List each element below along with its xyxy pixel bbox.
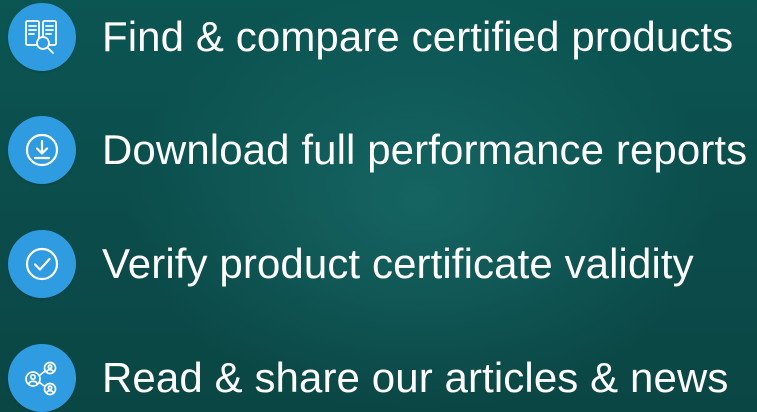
feature-icon-circle [8, 230, 76, 298]
feature-label: Read & share our articles & news [102, 354, 729, 401]
feature-item-verify: Verify product certificate validity [8, 230, 694, 298]
feature-icon-circle [8, 344, 76, 412]
feature-item-find-compare: Find & compare certified products [8, 3, 733, 71]
feature-label: Find & compare certified products [102, 13, 734, 60]
feature-icon-circle [8, 3, 76, 71]
feature-icon-circle [8, 116, 76, 184]
feature-item-read-share: Read & share our articles & news [8, 344, 729, 412]
feature-label: Verify product certificate validity [102, 240, 694, 287]
check-circle-icon [22, 244, 62, 284]
share-network-icon [22, 358, 62, 398]
feature-label: Download full performance reports [102, 126, 748, 173]
download-icon [22, 130, 62, 170]
product-search-icon [22, 17, 62, 57]
feature-item-download: Download full performance reports [8, 116, 747, 184]
